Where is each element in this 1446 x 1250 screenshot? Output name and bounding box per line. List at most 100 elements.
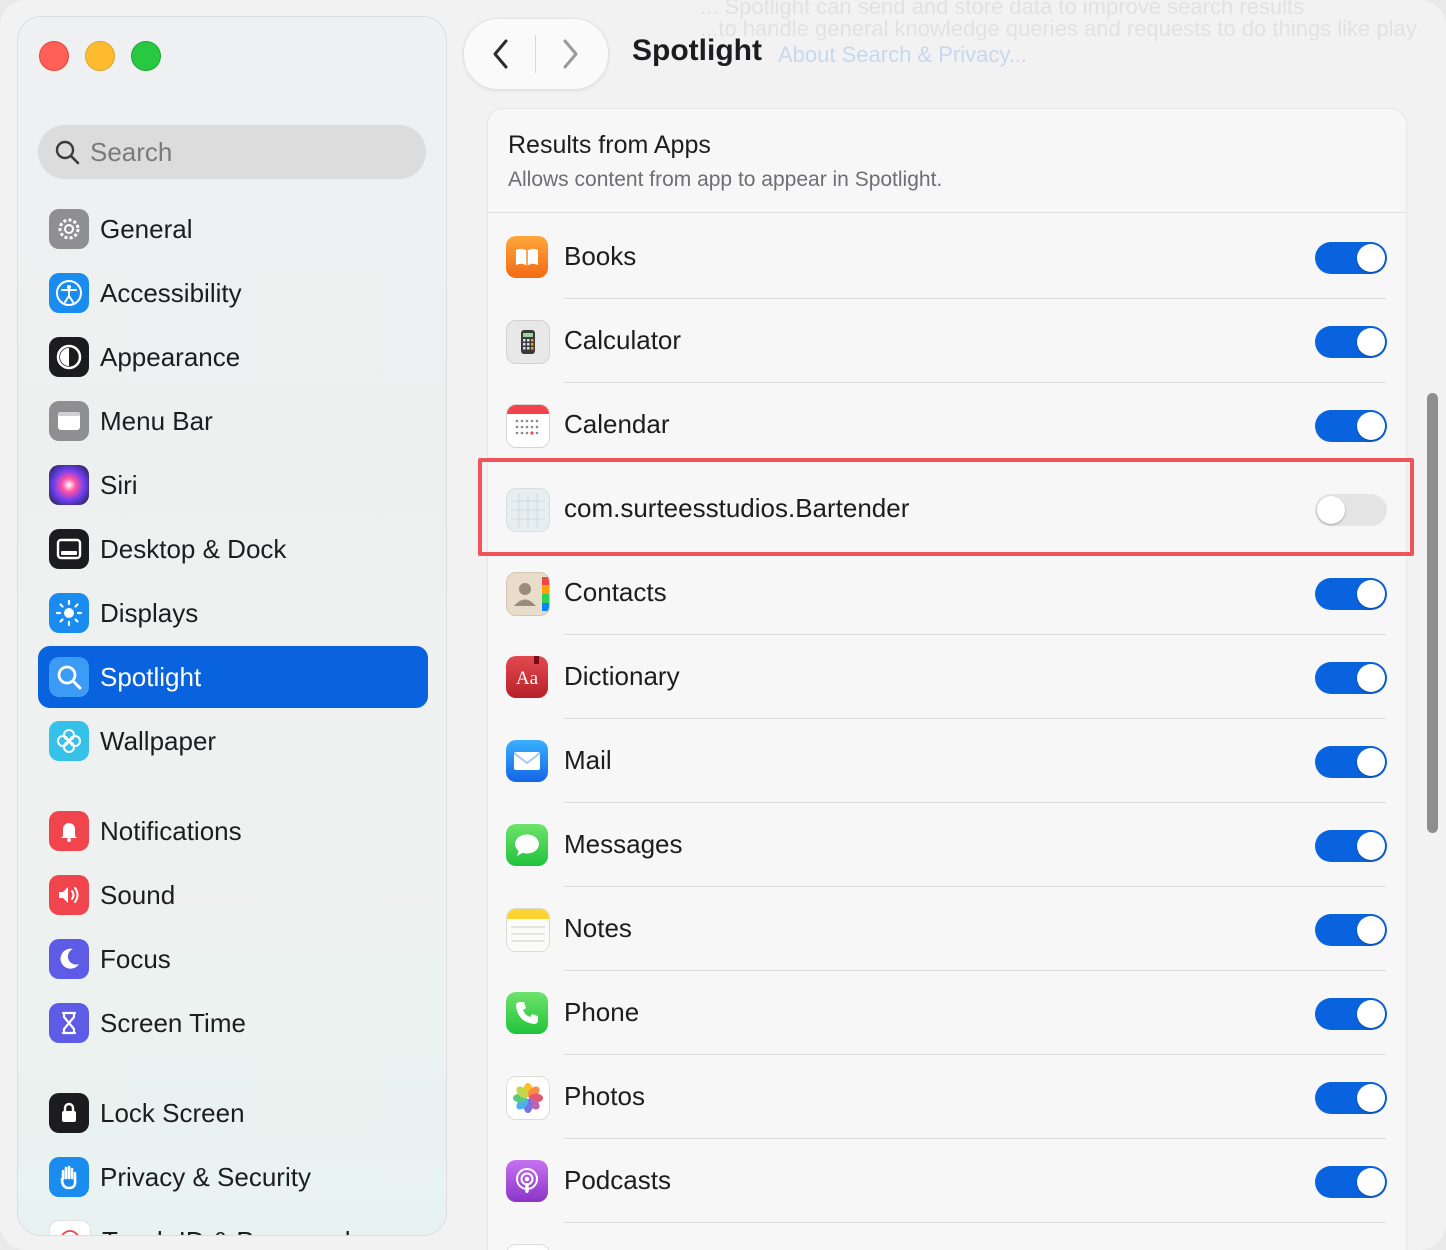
hourglass-icon	[49, 1003, 89, 1043]
mail-toggle[interactable]	[1315, 746, 1387, 778]
sidebar-item-focus[interactable]: Focus	[38, 928, 428, 990]
phone-toggle[interactable]	[1315, 998, 1387, 1030]
sidebar-item-label: Wallpaper	[100, 725, 217, 756]
app-name: com.surteesstudios.Bartender	[564, 493, 910, 523]
books-icon	[506, 236, 548, 278]
app-row-photos: Photos	[488, 1055, 1406, 1139]
app-name: Calculator	[564, 325, 682, 355]
mail-icon	[506, 740, 548, 782]
app-name: Photos	[564, 1081, 645, 1111]
sidebar-item-touch-id[interactable]: Touch ID & Password	[38, 1210, 428, 1235]
bartender-icon	[506, 488, 550, 532]
lock-icon	[49, 1093, 89, 1133]
app-name: Dictionary	[564, 661, 680, 691]
siri-icon	[49, 465, 89, 505]
app-name: Books	[564, 241, 637, 271]
search-input[interactable]	[88, 135, 392, 169]
dictionary-icon: Aa	[506, 656, 548, 698]
app-name: Messages	[564, 829, 683, 859]
app-row-bartender: com.surteesstudios.Bartender	[488, 467, 1406, 551]
app-row-partial	[488, 1223, 1406, 1250]
sidebar-search[interactable]	[38, 125, 426, 179]
minimize-window-button[interactable]	[85, 41, 115, 71]
app-row-books: Books	[488, 215, 1406, 299]
sidebar-item-menu-bar[interactable]: Menu Bar	[38, 390, 428, 452]
toggle-knob	[1357, 916, 1385, 944]
sidebar-item-privacy-security[interactable]: Privacy & Security	[38, 1146, 428, 1208]
sidebar-item-label: Spotlight	[100, 661, 202, 692]
messages-toggle[interactable]	[1315, 830, 1387, 862]
app-name: Calendar	[564, 409, 670, 439]
settings-window: General Accessibility Appearance Menu Ba…	[0, 0, 1446, 1250]
sidebar-item-notifications[interactable]: Notifications	[38, 800, 428, 862]
app-row-podcasts: Podcasts	[488, 1139, 1406, 1223]
sidebar-item-displays[interactable]: Displays	[38, 582, 428, 644]
books-toggle[interactable]	[1315, 242, 1387, 274]
photos-icon	[506, 1076, 550, 1120]
sidebar-item-wallpaper[interactable]: Wallpaper	[38, 710, 428, 772]
app-name: Podcasts	[564, 1165, 671, 1195]
sidebar-item-general[interactable]: General	[38, 198, 428, 260]
hand-icon	[49, 1157, 89, 1197]
calendar-icon	[506, 404, 550, 448]
sidebar-item-sound[interactable]: Sound	[38, 864, 428, 926]
app-name: Phone	[564, 997, 640, 1027]
appearance-icon	[49, 337, 89, 377]
podcasts-toggle[interactable]	[1315, 1166, 1387, 1198]
scrollbar[interactable]	[1427, 393, 1438, 833]
sidebar-item-accessibility[interactable]: Accessibility	[38, 262, 428, 324]
sidebar-item-siri[interactable]: Siri	[38, 454, 428, 516]
calculator-toggle[interactable]	[1315, 326, 1387, 358]
sidebar-item-label: Menu Bar	[100, 405, 213, 436]
sidebar-item-appearance[interactable]: Appearance	[38, 326, 428, 388]
bartender-toggle[interactable]	[1315, 494, 1387, 526]
sidebar: General Accessibility Appearance Menu Ba…	[17, 16, 447, 1236]
sidebar-item-label: Desktop & Dock	[100, 533, 287, 564]
sidebar-item-label: Displays	[100, 597, 199, 628]
toggle-knob	[1357, 1168, 1385, 1196]
sidebar-item-label: Sound	[100, 879, 176, 910]
sidebar-item-label: Screen Time	[100, 1007, 246, 1038]
contacts-icon	[506, 572, 550, 616]
contacts-toggle[interactable]	[1315, 578, 1387, 610]
wallpaper-icon	[49, 721, 89, 761]
toggle-knob	[1357, 832, 1385, 860]
sidebar-item-screen-time[interactable]: Screen Time	[38, 992, 428, 1054]
dock-icon	[49, 529, 89, 569]
sidebar-item-spotlight[interactable]: Spotlight	[38, 646, 428, 708]
chevron-right-icon	[563, 39, 578, 69]
sidebar-item-lock-screen[interactable]: Lock Screen	[38, 1082, 428, 1144]
app-name: Contacts	[564, 577, 667, 607]
sidebar-item-label: Accessibility	[100, 277, 242, 308]
close-window-button[interactable]	[39, 41, 69, 71]
sidebar-item-desktop-dock[interactable]: Desktop & Dock	[38, 518, 428, 580]
notes-toggle[interactable]	[1315, 914, 1387, 946]
divider	[488, 212, 1406, 213]
toggle-knob	[1357, 244, 1385, 272]
page-title: Spotlight	[632, 34, 762, 67]
app-row-mail: Mail	[488, 719, 1406, 803]
app-row-dictionary: Aa Dictionary	[488, 635, 1406, 719]
results-from-apps-panel: Results from Apps Allows content from ap…	[487, 108, 1407, 1250]
moon-icon	[49, 939, 89, 979]
accessibility-icon	[49, 273, 89, 313]
app-name: Notes	[564, 913, 632, 943]
toggle-knob	[1357, 1084, 1385, 1112]
toggle-knob	[1317, 496, 1345, 524]
toggle-knob	[1357, 412, 1385, 440]
search-icon	[55, 140, 80, 165]
back-button[interactable]	[481, 34, 521, 74]
history-navigation	[463, 18, 609, 90]
sidebar-item-label: Focus	[100, 943, 171, 974]
svg-text:Aa: Aa	[516, 668, 539, 689]
dictionary-toggle[interactable]	[1315, 662, 1387, 694]
podcasts-icon	[506, 1160, 548, 1202]
about-search-privacy-link[interactable]: About Search & Privacy...	[778, 42, 1027, 68]
forward-button[interactable]	[550, 34, 590, 74]
photos-toggle[interactable]	[1315, 1082, 1387, 1114]
gear-icon	[49, 209, 89, 249]
ghost-text: ...to handle general knowledge queries a…	[700, 16, 1417, 41]
sidebar-item-label: Lock Screen	[100, 1097, 245, 1128]
calendar-toggle[interactable]	[1315, 410, 1387, 442]
zoom-window-button[interactable]	[131, 41, 161, 71]
